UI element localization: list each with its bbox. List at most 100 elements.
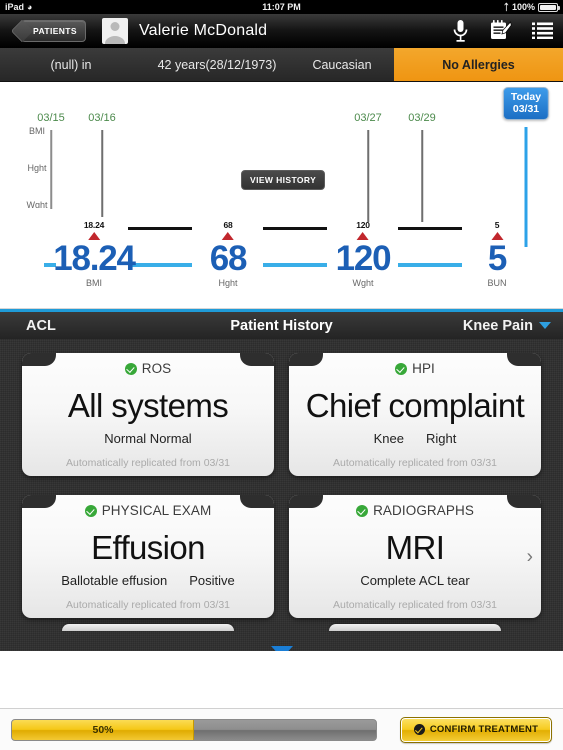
- content-spacer: [0, 651, 563, 707]
- back-button-label: PATIENTS: [33, 25, 77, 36]
- bluetooth-icon: ᛏ: [503, 1, 509, 12]
- metric-wght-value: 120: [335, 239, 392, 278]
- page-title: Valerie McDonald: [138, 21, 268, 39]
- card-radiographs-title: MRI: [385, 529, 445, 566]
- today-marker-line: [524, 127, 528, 247]
- card-radiographs-header: RADIOGRAPHS: [289, 495, 541, 518]
- card-ros-footer: Automatically replicated from 03/31: [66, 457, 230, 470]
- card-ros-sub-0: Normal Normal: [104, 431, 192, 447]
- navigation-bar: PATIENTS Valerie McDonald: [0, 14, 563, 48]
- trend-segment-blue-1: [263, 263, 327, 267]
- metric-bun-mini: 5: [494, 220, 500, 230]
- card-physical-exam-title: Effusion: [91, 529, 205, 566]
- check-circle-icon: [356, 504, 369, 517]
- metric-hght-value: 68: [209, 239, 248, 278]
- patient-avatar[interactable]: [101, 17, 128, 44]
- patient-history-header: ACL Patient History Knee Pain: [0, 309, 563, 339]
- card-hpi-header: HPI: [289, 353, 541, 376]
- nav-actions: [452, 14, 553, 47]
- treatment-progress-bar[interactable]: 50%: [11, 718, 377, 741]
- microphone-icon[interactable]: [452, 19, 469, 43]
- axis-label-hght: Hght: [27, 163, 47, 173]
- card-peek-right[interactable]: [329, 624, 501, 631]
- event-tick-3: [421, 130, 423, 222]
- status-bar-time: 11:07 PM: [262, 2, 301, 12]
- card-ros[interactable]: ROS All systems Normal Normal Automatica…: [22, 353, 274, 476]
- metric-bmi[interactable]: 18.24 18.24 BMI: [53, 220, 136, 288]
- card-physical-exam-sub-1: Positive: [189, 573, 235, 589]
- axis-label-bmi: BMI: [28, 126, 46, 136]
- list-icon[interactable]: [532, 22, 553, 39]
- chevron-right-icon[interactable]: ›: [527, 547, 533, 566]
- trend-segment-blue-2: [398, 263, 462, 267]
- metric-bun-value: 5: [487, 239, 507, 278]
- status-bar-right: ᛏ 100%: [503, 1, 560, 12]
- today-marker-badge[interactable]: Today 03/31: [502, 87, 550, 121]
- demographic-age: 42 years(28/12/1973): [157, 57, 277, 72]
- metric-hght[interactable]: 68 68 Hght: [209, 220, 248, 288]
- battery-icon: [538, 2, 560, 12]
- card-physical-exam-subtitle: Ballotable effusion Positive: [22, 573, 274, 588]
- card-ros-header: ROS: [22, 353, 274, 376]
- confirm-treatment-button[interactable]: CONFIRM TREATMENT: [400, 716, 552, 743]
- card-hpi-title: Chief complaint: [305, 387, 525, 424]
- back-to-patients-button[interactable]: PATIENTS: [21, 19, 86, 42]
- view-history-button[interactable]: VIEW HISTORY: [241, 170, 326, 190]
- card-radiographs-header-label: RADIOGRAPHS: [373, 503, 474, 518]
- metric-bmi-value: 18.24: [53, 239, 136, 278]
- event-tick-1: [101, 130, 103, 217]
- history-filter-label: Knee Pain: [462, 317, 533, 334]
- trend-segment-black-1: [263, 227, 327, 230]
- event-date-1[interactable]: 03/16: [88, 112, 116, 124]
- trend-segment-black-2: [398, 227, 462, 230]
- event-tick-2: [367, 130, 369, 222]
- card-peek-left[interactable]: [62, 624, 234, 631]
- battery-percent-label: 100%: [511, 2, 535, 12]
- check-circle-icon: [124, 362, 137, 375]
- check-circle-icon: [413, 724, 425, 735]
- check-circle-icon: [84, 504, 97, 517]
- demographic-race: Caucasian: [312, 57, 372, 72]
- event-tick-0: [50, 130, 52, 209]
- metric-wght[interactable]: 120 120 Wght: [335, 220, 392, 288]
- history-cards-panel: ROS All systems Normal Normal Automatica…: [0, 339, 563, 651]
- progress-percent-label: 50%: [92, 723, 114, 736]
- card-radiographs-footer: Automatically replicated from 03/31: [333, 599, 497, 612]
- card-hpi[interactable]: HPI Chief complaint Knee Right Automatic…: [289, 353, 541, 476]
- today-label: Today: [510, 91, 542, 103]
- card-physical-exam-footer: Automatically replicated from 03/31: [66, 599, 230, 612]
- card-hpi-sub-1: Right: [426, 431, 457, 447]
- card-hpi-sub-0: Knee: [373, 431, 404, 447]
- card-physical-exam-header: PHYSICAL EXAM: [22, 495, 274, 518]
- metric-bun[interactable]: 5 5 BUN: [487, 220, 507, 288]
- ios-status-bar: iPad ◕ 11:07 PM ᛏ 100%: [0, 0, 563, 14]
- chevron-down-icon: [539, 322, 551, 329]
- check-circle-icon: [395, 362, 408, 375]
- axis-label-wght: Wght: [26, 200, 48, 208]
- demographic-bmi: (null) in: [50, 57, 92, 72]
- card-physical-exam[interactable]: PHYSICAL EXAM Effusion Ballotable effusi…: [22, 495, 274, 618]
- card-hpi-subtitle: Knee Right: [289, 431, 541, 446]
- event-date-2[interactable]: 03/27: [354, 112, 382, 124]
- allergy-status-badge[interactable]: No Allergies: [394, 48, 563, 81]
- history-filter-dropdown[interactable]: Knee Pain: [463, 318, 551, 334]
- note-edit-icon[interactable]: [489, 19, 512, 42]
- card-radiographs-sub-0: Complete ACL tear: [360, 573, 470, 589]
- event-date-0[interactable]: 03/15: [37, 112, 65, 124]
- event-date-3[interactable]: 03/29: [408, 112, 436, 124]
- confirm-treatment-label: CONFIRM TREATMENT: [429, 724, 539, 735]
- metric-wght-label: Wght: [352, 277, 374, 288]
- card-radiographs[interactable]: RADIOGRAPHS MRI Complete ACL tear Automa…: [289, 495, 541, 618]
- scroll-down-triangle-icon[interactable]: [271, 646, 293, 651]
- card-ros-subtitle: Normal Normal: [22, 431, 274, 446]
- demographics-bar: (null) in 42 years(28/12/1973) Caucasian…: [0, 48, 563, 82]
- metric-bmi-label: BMI: [85, 277, 102, 288]
- trend-segment-black-0: [128, 227, 192, 230]
- card-ros-header-label: ROS: [141, 361, 172, 376]
- card-hpi-header-label: HPI: [412, 361, 435, 376]
- card-radiographs-subtitle: Complete ACL tear: [289, 573, 541, 588]
- metric-hght-label: Hght: [218, 277, 238, 288]
- card-physical-exam-sub-0: Ballotable effusion: [61, 573, 168, 589]
- card-physical-exam-header-label: PHYSICAL EXAM: [101, 503, 212, 518]
- history-condition-label[interactable]: ACL: [26, 318, 56, 334]
